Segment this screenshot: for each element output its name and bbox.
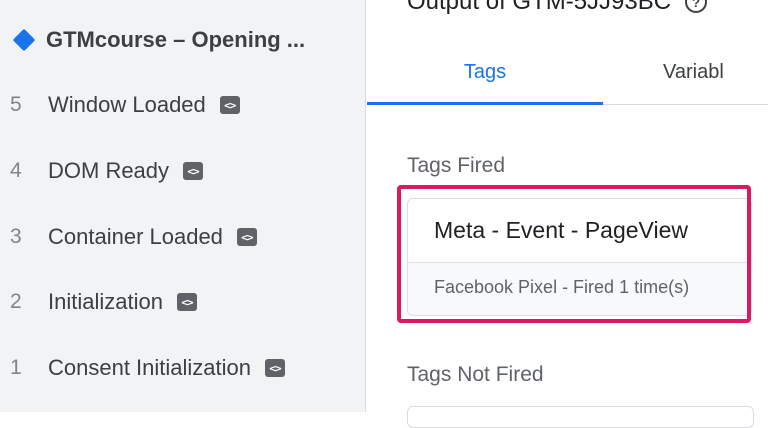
event-number: 3 [10,225,22,248]
event-label: Window Loaded [48,92,206,117]
event-number: 1 [10,356,22,379]
main-panel: Output of GTM-5JJ93BC ? Tags Variabl Tag… [367,0,768,428]
sidebar-item-dom-ready[interactable]: 4 DOM Ready <> [0,151,204,191]
tags-not-fired-heading: Tags Not Fired [407,363,544,386]
event-label: Initialization [48,289,163,314]
event-label: Container Loaded [48,224,223,249]
event-label: Consent Initialization [48,355,252,380]
code-icon: <> [219,96,240,114]
tags-fired-heading: Tags Fired [407,154,506,177]
highlight-box [397,185,751,323]
event-label: DOM Ready [48,158,170,183]
sidebar-item-consent-initialization[interactable]: 1 Consent Initialization <> [0,348,286,388]
code-icon: <> [265,359,286,377]
tab-variables[interactable]: Variabl [663,40,768,104]
event-number: 4 [10,159,22,182]
page-title: Output of GTM-5JJ93BC ? [407,0,708,16]
tab-variables-label: Variabl [663,60,724,83]
help-icon[interactable]: ? [685,0,708,13]
tab-tags[interactable]: Tags [367,40,603,105]
sidebar-item-container-loaded[interactable]: 3 Container Loaded <> [0,217,257,257]
code-icon: <> [236,228,257,246]
sidebar-header[interactable]: GTMcourse – Opening ... [12,24,305,56]
sidebar-item-initialization[interactable]: 2 Initialization <> [0,282,197,322]
tab-tags-label: Tags [463,60,507,83]
code-icon: <> [176,293,197,311]
tag-card-partial[interactable] [407,406,754,428]
tab-bar: Tags Variabl [367,40,768,105]
diamond-icon [12,28,36,52]
code-icon: <> [183,162,204,180]
active-tab-indicator [367,102,603,105]
page-title-text: Output of GTM-5JJ93BC [407,0,672,15]
event-number: 2 [10,290,22,313]
container-title: GTMcourse – Opening ... [46,27,306,52]
event-sidebar: GTMcourse – Opening ... 5 Window Loaded … [0,0,366,412]
sidebar-item-window-loaded[interactable]: 5 Window Loaded <> [0,85,240,125]
event-number: 5 [10,93,22,116]
